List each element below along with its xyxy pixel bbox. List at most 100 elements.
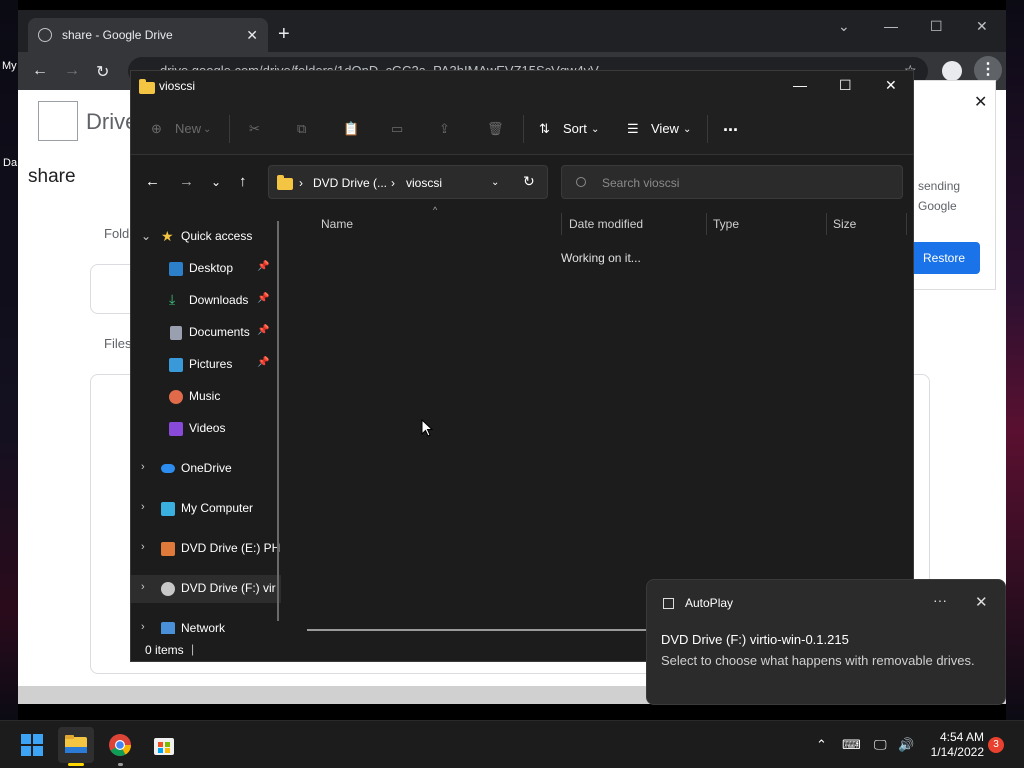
nav-onedrive[interactable]: › OneDrive xyxy=(131,455,281,483)
notification-badge[interactable]: 3 xyxy=(988,737,1004,753)
explorer-maximize-button[interactable]: ☐ xyxy=(839,77,852,94)
cloud-icon xyxy=(161,464,175,473)
address-bar[interactable]: › DVD Drive (... › vioscsi ⌄ ↻ xyxy=(268,165,548,199)
column-divider[interactable] xyxy=(906,213,907,235)
drive-folders-heading: Fold xyxy=(104,226,130,241)
sort-button[interactable]: Sort xyxy=(563,121,587,136)
nav-label: Downloads xyxy=(189,293,249,307)
sort-up-icon: ^ xyxy=(433,205,438,215)
desktop-icon-label[interactable]: Da xyxy=(3,157,17,169)
column-header-type[interactable]: Type xyxy=(713,217,739,231)
nav-dvd-drive-e[interactable]: › DVD Drive (E:) PH xyxy=(131,535,281,563)
nav-scrollbar[interactable] xyxy=(277,221,279,621)
globe-icon xyxy=(38,28,52,42)
share-icon[interactable]: ⇪ xyxy=(439,121,450,137)
explorer-close-button[interactable]: ✕ xyxy=(885,77,897,94)
chevron-right-icon[interactable]: › xyxy=(141,581,145,593)
paste-icon[interactable]: 📋 xyxy=(343,121,359,137)
maximize-button[interactable]: ☐ xyxy=(930,18,943,35)
address-dropdown-icon[interactable]: ⌄ xyxy=(491,177,499,188)
cut-icon[interactable]: ✂ xyxy=(249,121,260,137)
nav-label: Quick access xyxy=(181,229,253,243)
breadcrumb-drive[interactable]: DVD Drive (... xyxy=(313,176,387,190)
chevron-right-icon[interactable]: › xyxy=(141,501,145,513)
nav-desktop[interactable]: Desktop 📌 xyxy=(131,255,281,283)
column-divider[interactable] xyxy=(826,213,827,235)
forward-button[interactable]: → xyxy=(64,62,80,80)
nav-videos[interactable]: Videos xyxy=(131,415,281,443)
chevron-down-icon[interactable]: ⌄ xyxy=(141,229,151,243)
restore-button[interactable]: Restore xyxy=(908,242,980,274)
nav-network[interactable]: › Network xyxy=(131,615,281,634)
search-input[interactable]: Search vioscsi xyxy=(561,165,903,199)
desktop-icon xyxy=(169,262,183,276)
column-divider[interactable] xyxy=(706,213,707,235)
rename-icon[interactable]: ▭ xyxy=(391,121,403,137)
store-taskbar-button[interactable] xyxy=(146,727,182,763)
drive-logo[interactable] xyxy=(38,101,78,141)
back-button[interactable]: ← xyxy=(32,62,48,80)
nav-dvd-drive-f[interactable]: › DVD Drive (F:) vir xyxy=(131,575,281,603)
chevron-right-icon[interactable]: › xyxy=(141,541,145,553)
nav-music[interactable]: Music xyxy=(131,383,281,411)
notification-close-icon[interactable]: ✕ xyxy=(975,593,988,611)
file-explorer-taskbar-button[interactable] xyxy=(58,727,94,763)
forward-arrow-icon[interactable]: → xyxy=(179,173,194,190)
tab-title: share - Google Drive xyxy=(62,28,173,42)
address-row: ← → ⌄ ↑ › DVD Drive (... › vioscsi ⌄ ↻ S… xyxy=(131,155,913,209)
back-arrow-icon[interactable]: ← xyxy=(145,173,160,190)
tab-search-icon[interactable]: ⌄ xyxy=(838,18,850,35)
clock[interactable]: 4:54 AM 1/14/2022 xyxy=(920,730,984,760)
network-icon[interactable]: 🖵 xyxy=(874,737,887,753)
recent-locations-icon[interactable]: ⌄ xyxy=(211,175,221,189)
browser-tab[interactable]: share - Google Drive ✕ xyxy=(28,18,268,52)
up-arrow-icon[interactable]: ↑ xyxy=(239,173,247,190)
more-options-button[interactable]: ... xyxy=(723,115,738,136)
folder-icon xyxy=(65,735,87,753)
chrome-taskbar-button[interactable] xyxy=(102,727,138,763)
reload-button[interactable]: ↻ xyxy=(96,62,109,82)
refresh-icon[interactable]: ↻ xyxy=(523,173,535,190)
horizontal-scrollbar[interactable] xyxy=(307,629,647,631)
chevron-right-icon[interactable]: › xyxy=(141,621,145,633)
autoplay-notification[interactable]: AutoPlay ··· ✕ DVD Drive (F:) virtio-win… xyxy=(646,579,1006,705)
disc-icon xyxy=(161,582,175,596)
chevron-right-icon[interactable]: › xyxy=(141,461,145,473)
new-button[interactable]: New xyxy=(175,121,201,136)
tab-close-icon[interactable]: ✕ xyxy=(246,27,258,44)
nav-my-computer[interactable]: › My Computer xyxy=(131,495,281,523)
close-button[interactable]: ✕ xyxy=(976,18,988,35)
drive-files-heading: Files xyxy=(104,336,132,351)
view-button[interactable]: View xyxy=(651,121,679,136)
delete-icon[interactable]: 🗑 xyxy=(487,121,504,137)
running-indicator xyxy=(118,763,123,766)
start-button[interactable] xyxy=(14,727,50,763)
restore-message: sending Google xyxy=(918,179,961,213)
desktop-icon-label[interactable]: My xyxy=(2,60,17,72)
status-divider: | xyxy=(191,642,195,656)
column-header-size[interactable]: Size xyxy=(833,217,856,231)
restore-close-icon[interactable]: ✕ xyxy=(974,92,987,112)
loading-message: Working on it... xyxy=(561,251,641,265)
profile-avatar[interactable] xyxy=(942,61,962,81)
explorer-title: vioscsi xyxy=(159,79,196,93)
copy-icon[interactable]: ⧉ xyxy=(297,121,306,137)
nav-quick-access[interactable]: ⌄ ★ Quick access xyxy=(131,223,281,251)
new-tab-button[interactable]: + xyxy=(278,24,290,44)
notification-more-icon[interactable]: ··· xyxy=(933,592,947,608)
column-header-date[interactable]: Date modified xyxy=(569,217,643,231)
nav-pictures[interactable]: Pictures 📌 xyxy=(131,351,281,379)
minimize-button[interactable]: — xyxy=(884,18,898,34)
nav-documents[interactable]: Documents 📌 xyxy=(131,319,281,347)
clock-time: 4:54 AM xyxy=(939,730,984,744)
volume-icon[interactable]: 🔊 xyxy=(898,737,914,753)
keyboard-icon[interactable]: ⌨ xyxy=(842,737,861,753)
chrome-tab-strip: share - Google Drive ✕ + ⌄ — ☐ ✕ xyxy=(18,10,1006,52)
divider xyxy=(523,115,524,143)
column-divider[interactable] xyxy=(561,213,562,235)
show-hidden-icons-chevron-icon[interactable]: ⌃ xyxy=(816,737,827,753)
column-header-name[interactable]: Name xyxy=(321,217,353,231)
explorer-minimize-button[interactable]: — xyxy=(793,77,807,93)
nav-downloads[interactable]: ⤓ Downloads 📌 xyxy=(131,287,281,315)
breadcrumb-folder[interactable]: vioscsi xyxy=(406,176,442,190)
